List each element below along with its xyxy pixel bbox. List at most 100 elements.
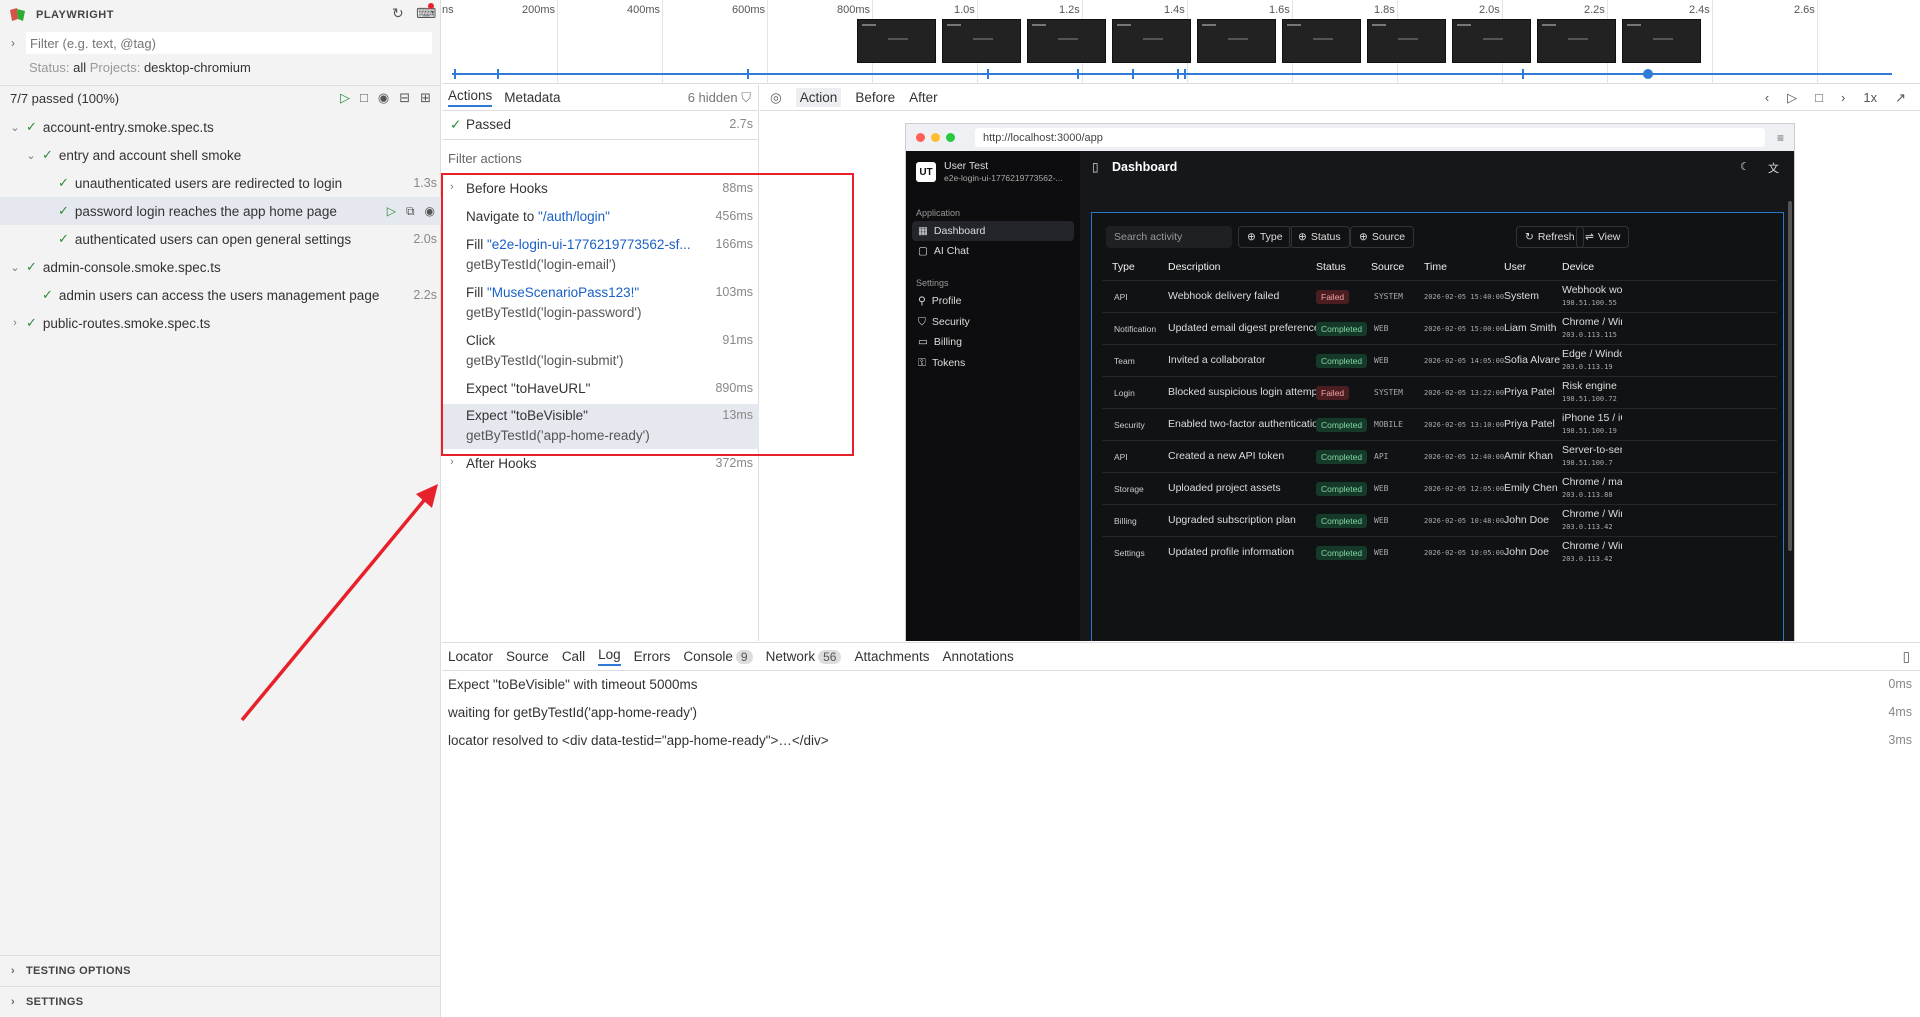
status-badge: Completed <box>1316 514 1368 528</box>
avatar: UT <box>916 162 936 182</box>
watch-icon[interactable]: ◉ <box>378 90 389 106</box>
sidebar-item-profile: ⚲ Profile <box>912 291 1074 311</box>
dock-toggle-icon[interactable]: ▯ <box>1903 649 1920 665</box>
chevron-down-icon[interactable]: ⌄ <box>8 121 22 134</box>
filmstrip-frame[interactable] <box>1197 19 1276 63</box>
brand: PLAYWRIGHT <box>8 6 114 24</box>
cell-source: SYSTEM <box>1374 388 1403 397</box>
cell-device: Chrome / macOS <box>1562 476 1622 488</box>
run-test-icon[interactable]: ▷ <box>387 204 396 219</box>
speed-label[interactable]: 1x <box>1863 90 1877 106</box>
passed-duration: 2.7s <box>729 117 753 131</box>
tree-item-test-selected[interactable]: ✓ password login reaches the app home pa… <box>0 197 441 225</box>
tree-item-test[interactable]: ✓ admin users can access the users manag… <box>0 281 441 309</box>
filmstrip-frame[interactable] <box>1367 19 1446 63</box>
filmstrip-frame[interactable] <box>857 19 936 63</box>
tab-network[interactable]: Network 56 <box>766 649 842 664</box>
status-filter[interactable]: Status: all Projects: desktop-chromium <box>29 60 251 75</box>
test-filter-input[interactable] <box>26 32 432 54</box>
chevron-right-icon[interactable]: › <box>0 996 26 1008</box>
filmstrip-frame[interactable] <box>1282 19 1361 63</box>
cell-time: 2026-02-05 14:05:00 <box>1424 357 1505 365</box>
tree-item-test[interactable]: ✓ unauthenticated users are redirected t… <box>0 169 441 197</box>
open-external-icon[interactable]: ↗ <box>1895 90 1906 106</box>
chevron-right-icon[interactable]: › <box>0 965 26 977</box>
prev-icon[interactable]: ‹ <box>1765 90 1769 106</box>
filmstrip-frame[interactable] <box>1452 19 1531 63</box>
column-header: Status <box>1316 261 1346 273</box>
watch-test-icon[interactable]: ◉ <box>425 204 435 219</box>
tab-annotations[interactable]: Annotations <box>943 649 1014 664</box>
timeline-marker <box>1077 69 1079 79</box>
projects-value[interactable]: desktop-chromium <box>144 60 251 75</box>
expand-all-icon[interactable]: ⊞ <box>420 90 431 106</box>
table-row: Team Invited a collaborator Completed WE… <box>1102 344 1777 376</box>
filter-actions-input[interactable]: Filter actions <box>448 151 522 166</box>
app-main: ▯ Dashboard ☾ 文 Search activity ⊕ Type ⊕ S… <box>1080 151 1794 641</box>
tab-source[interactable]: Source <box>506 649 549 664</box>
tab-console[interactable]: Console 9 <box>683 649 753 664</box>
log-entry: locator resolved to <div data-testid="ap… <box>442 729 1920 753</box>
check-icon: ✓ <box>58 203 69 218</box>
chevron-right-icon[interactable]: › <box>8 317 22 329</box>
language-icon: 文 <box>1768 163 1779 175</box>
timeline-tick: 400ms <box>627 4 661 16</box>
filmstrip-frame[interactable] <box>1622 19 1701 63</box>
tab-call[interactable]: Call <box>562 649 585 664</box>
tab-errors[interactable]: Errors <box>634 649 671 664</box>
tree-item-describe[interactable]: ⌄ ✓ entry and account shell smoke <box>0 141 441 169</box>
tab-before[interactable]: Before <box>855 90 895 105</box>
tree-item-spec[interactable]: › ✓ public-routes.smoke.spec.ts <box>0 309 441 337</box>
run-all-icon[interactable]: ▷ <box>340 90 350 106</box>
testing-options-section[interactable]: › TESTING OPTIONS <box>0 955 441 985</box>
check-icon: ✓ <box>450 117 462 132</box>
tab-action[interactable]: Action <box>795 88 842 107</box>
tab-metadata[interactable]: Metadata <box>504 90 560 105</box>
collapse-all-icon[interactable]: ⊟ <box>399 90 410 106</box>
hidden-count[interactable]: 6 hidden ⛉ <box>688 90 759 106</box>
chevron-down-icon[interactable]: ⌄ <box>8 261 22 274</box>
timeline-tick: 2.0s <box>1479 4 1500 16</box>
filmstrip-frame[interactable] <box>1537 19 1616 63</box>
cell-description: Enabled two-factor authentication <box>1168 418 1324 430</box>
cell-device: iPhone 15 / iOS 1 <box>1562 412 1622 424</box>
reload-icon[interactable]: ↻ <box>392 4 404 22</box>
filmstrip-frame[interactable] <box>1027 19 1106 63</box>
tab-log[interactable]: Log <box>598 647 621 666</box>
tree-item-test[interactable]: ✓ authenticated users can open general s… <box>0 225 441 253</box>
timeline-tick: 800ms <box>837 4 871 16</box>
open-source-icon[interactable]: ⧉ <box>406 204 415 219</box>
test-duration: 2.0s <box>413 232 437 246</box>
tab-actions[interactable]: Actions <box>448 88 493 107</box>
filmstrip-frame[interactable] <box>942 19 1021 63</box>
cell-type: Team <box>1114 356 1135 366</box>
check-icon: ✓ <box>26 259 37 274</box>
tree-item-spec[interactable]: ⌄ ✓ account-entry.smoke.spec.ts <box>0 113 441 141</box>
cell-time: 2026-02-05 10:05:00 <box>1424 549 1505 557</box>
stop-icon[interactable]: □ <box>360 90 368 106</box>
status-value[interactable]: all <box>73 60 86 75</box>
filmstrip-frame[interactable] <box>1112 19 1191 63</box>
timeline[interactable]: ns 200ms 400ms 600ms 800ms 1.0s 1.2s 1.4… <box>442 0 1920 84</box>
play-icon[interactable]: ▷ <box>1787 90 1797 106</box>
timeline-marker <box>1522 69 1524 79</box>
tree-item-spec[interactable]: ⌄ ✓ admin-console.smoke.spec.ts <box>0 253 441 281</box>
timeline-track[interactable] <box>452 73 1892 75</box>
chevron-right-icon[interactable]: › <box>450 456 454 468</box>
chevron-down-icon[interactable]: ⌄ <box>24 149 38 162</box>
filter-icon[interactable]: ⛉ <box>741 90 751 105</box>
next-icon[interactable]: › <box>1841 90 1845 106</box>
tab-attachments[interactable]: Attachments <box>854 649 929 664</box>
pick-locator-icon[interactable]: ◎ <box>770 90 782 106</box>
chevron-right-icon[interactable]: › <box>0 36 26 50</box>
refresh-icon: ↻ <box>1525 231 1534 243</box>
settings-section[interactable]: › SETTINGS <box>0 986 441 1016</box>
type-filter: ⊕ Type <box>1238 226 1292 248</box>
page-title: Dashboard <box>1112 160 1178 174</box>
timeline-playhead[interactable] <box>1643 69 1653 79</box>
stop-icon[interactable]: □ <box>1815 90 1823 106</box>
column-header: Type <box>1112 261 1135 273</box>
tab-locator[interactable]: Locator <box>448 649 493 664</box>
tab-after[interactable]: After <box>909 90 938 105</box>
user-name: User Test <box>944 160 989 172</box>
